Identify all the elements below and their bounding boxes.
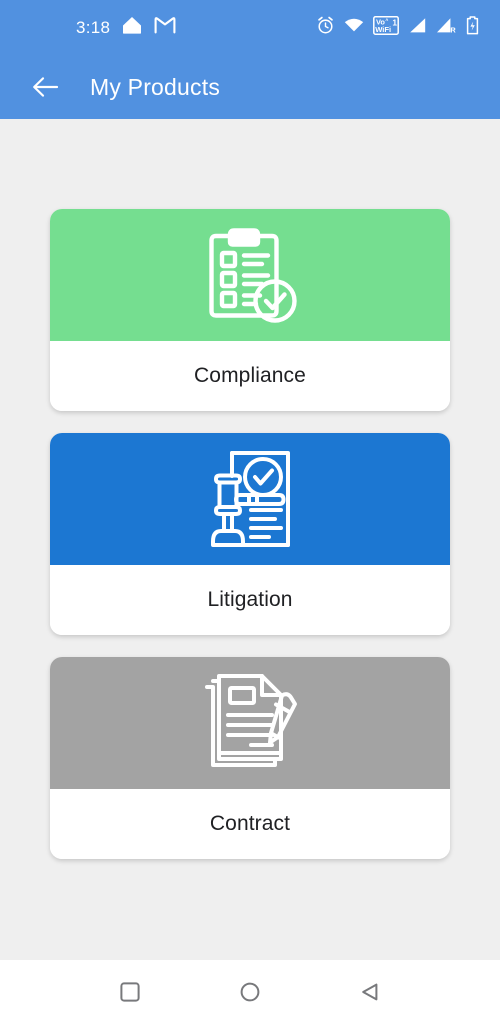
circle-icon xyxy=(240,982,260,1002)
recents-button[interactable] xyxy=(106,968,154,1016)
page-title: My Products xyxy=(90,73,221,100)
app-bar-back-button[interactable] xyxy=(24,66,66,108)
contract-banner xyxy=(50,657,450,789)
status-bar-right: Vo ^ WiFi 1 R xyxy=(316,15,486,40)
products-list: Compliance Litigation Contract xyxy=(0,119,500,960)
battery-icon xyxy=(466,15,479,40)
alarm-icon xyxy=(316,16,335,40)
compliance-label: Compliance xyxy=(50,341,450,411)
triangle-left-icon xyxy=(362,983,378,1001)
app-bar: My Products xyxy=(0,55,500,119)
product-card-contract[interactable]: Contract xyxy=(50,657,450,859)
gmail-icon xyxy=(154,16,176,39)
android-nav-bar xyxy=(0,960,500,1024)
svg-text:R: R xyxy=(450,25,456,33)
signal-bars-icon xyxy=(408,17,427,39)
gavel-document-check-icon xyxy=(211,451,290,547)
phone-screen: 3:18 Vo ^ WiFi 1 R My Products Complianc… xyxy=(0,0,500,1024)
signal-roaming-icon: R xyxy=(436,17,457,39)
home-button[interactable] xyxy=(226,968,274,1016)
wifi-icon xyxy=(344,17,364,38)
status-bar-left: 3:18 xyxy=(0,15,176,40)
svg-text:1: 1 xyxy=(392,17,397,27)
arrow-left-icon xyxy=(32,77,58,97)
compliance-banner xyxy=(50,209,450,341)
clipboard-check-icon xyxy=(209,228,297,323)
home-assistant-icon xyxy=(121,15,143,40)
svg-text:WiFi: WiFi xyxy=(375,25,391,34)
status-clock: 3:18 xyxy=(76,17,111,37)
product-card-litigation[interactable]: Litigation xyxy=(50,433,450,635)
documents-pen-icon xyxy=(205,674,297,767)
status-bar: 3:18 Vo ^ WiFi 1 R xyxy=(0,0,500,55)
litigation-label: Litigation xyxy=(50,565,450,635)
product-card-compliance[interactable]: Compliance xyxy=(50,209,450,411)
volte-wifi-calling-icon: Vo ^ WiFi 1 xyxy=(373,15,399,40)
contract-label: Contract xyxy=(50,789,450,859)
back-button[interactable] xyxy=(346,968,394,1016)
litigation-banner xyxy=(50,433,450,565)
svg-text:^: ^ xyxy=(385,18,388,24)
square-icon xyxy=(120,982,140,1002)
